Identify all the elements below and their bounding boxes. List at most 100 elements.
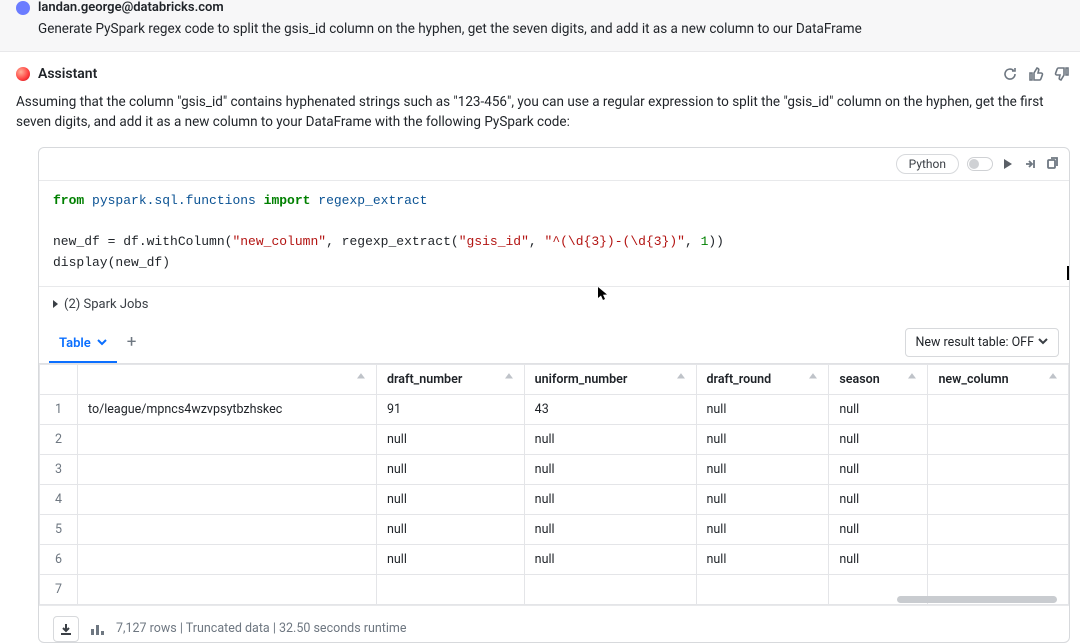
row-number: 7: [40, 574, 78, 604]
text-caret-icon: [1067, 266, 1069, 280]
table-cell: null: [376, 454, 524, 484]
thumbs-down-icon[interactable]: [1054, 66, 1070, 82]
code-token: import: [264, 193, 311, 208]
col-draft-number[interactable]: draft_number: [376, 364, 524, 394]
table-cell: null: [829, 394, 928, 424]
table-cell: null: [376, 514, 524, 544]
sort-icon[interactable]: [676, 372, 686, 387]
table-cell: null: [696, 454, 829, 484]
toggle-icon[interactable]: [967, 157, 993, 171]
table-cell: [696, 574, 829, 604]
result-table[interactable]: draft_number uniform_number draft_round: [39, 364, 1069, 605]
table-row[interactable]: 3nullnullnullnull: [40, 454, 1069, 484]
table-row[interactable]: 4nullnullnullnull: [40, 484, 1069, 514]
run-icon[interactable]: [1001, 157, 1015, 171]
tab-table[interactable]: Table: [49, 322, 117, 363]
code-token: new_df = df.withColumn(: [53, 234, 232, 249]
sort-icon[interactable]: [1048, 372, 1058, 387]
bar-chart-icon[interactable]: [91, 623, 104, 635]
col-draft-round[interactable]: draft_round: [696, 364, 829, 394]
table-cell: 91: [376, 394, 524, 424]
table-cell: [928, 514, 1069, 544]
col-new-column[interactable]: new_column: [928, 364, 1069, 394]
sort-icon[interactable]: [356, 372, 366, 387]
table-cell: [78, 424, 377, 454]
row-number: 5: [40, 514, 78, 544]
user-prompt-text: Generate PySpark regex code to split the…: [16, 21, 1064, 37]
table-cell: null: [696, 424, 829, 454]
table-cell: [78, 484, 377, 514]
column-label: draft_round: [707, 372, 772, 387]
table-cell: null: [829, 424, 928, 454]
table-cell: [78, 574, 377, 604]
result-toggle-label: New result table: OFF: [916, 335, 1034, 350]
row-number: 3: [40, 454, 78, 484]
column-label: season: [839, 372, 879, 387]
user-avatar-icon: [16, 1, 30, 15]
chevron-down-icon: [97, 336, 107, 351]
table-cell: [78, 514, 377, 544]
table-cell: [376, 574, 524, 604]
code-editor[interactable]: from pyspark.sql.functions import regexp…: [39, 181, 1069, 286]
horizontal-scrollbar[interactable]: [897, 596, 1057, 603]
download-button[interactable]: [53, 616, 79, 642]
table-cell: [78, 544, 377, 574]
spark-jobs-toggle[interactable]: (2) Spark Jobs: [39, 286, 1069, 322]
code-token: ,: [685, 234, 701, 249]
table-row[interactable]: 1to/league/mpncs4wzvpsytbzhskec9143nulln…: [40, 394, 1069, 424]
table-cell: null: [524, 454, 696, 484]
add-tab-button[interactable]: +: [117, 322, 147, 362]
table-cell: [928, 484, 1069, 514]
table-cell: null: [524, 424, 696, 454]
table-row[interactable]: 2nullnullnullnull: [40, 424, 1069, 454]
assistant-message: Assistant Assuming that the column "gsis…: [0, 52, 1080, 643]
table-cell: null: [696, 484, 829, 514]
col-season[interactable]: season: [829, 364, 928, 394]
code-token: pyspark.sql.functions: [84, 193, 263, 208]
thumbs-up-icon[interactable]: [1028, 66, 1044, 82]
code-cell: Python from pyspark.sql.functions import…: [38, 147, 1070, 643]
table-cell: [524, 574, 696, 604]
column-label: draft_number: [387, 372, 462, 387]
copy-icon[interactable]: [1045, 157, 1059, 171]
new-result-table-toggle[interactable]: New result table: OFF: [905, 328, 1059, 357]
code-token: regexp_extract: [310, 193, 427, 208]
assistant-response-text: Assuming that the column "gsis_id" conta…: [16, 92, 1070, 133]
table-row[interactable]: 5nullnullnullnull: [40, 514, 1069, 544]
output-tabs: Table + New result table: OFF: [39, 322, 1069, 364]
caret-right-icon: [53, 300, 58, 308]
table-cell: to/league/mpncs4wzvpsytbzhskec: [78, 394, 377, 424]
table-cell: null: [696, 394, 829, 424]
spark-jobs-label: (2) Spark Jobs: [64, 297, 148, 312]
table-cell: [78, 454, 377, 484]
row-number: 4: [40, 484, 78, 514]
table-row[interactable]: 6nullnullnullnull: [40, 544, 1069, 574]
tab-label: Table: [59, 336, 91, 351]
table-cell: null: [524, 514, 696, 544]
code-token: , regexp_extract(: [326, 234, 459, 249]
assistant-name: Assistant: [38, 66, 97, 82]
result-table-wrap: draft_number uniform_number draft_round: [39, 364, 1069, 605]
col-hidden[interactable]: [78, 364, 377, 394]
sort-icon[interactable]: [808, 372, 818, 387]
table-cell: null: [376, 484, 524, 514]
more-icon[interactable]: [1023, 157, 1037, 171]
sort-icon[interactable]: [504, 372, 514, 387]
code-token: "^(\d{3})-(\d{3})": [545, 234, 685, 249]
user-email: landan.george@databricks.com: [38, 0, 224, 15]
table-cell: null: [376, 424, 524, 454]
col-uniform-number[interactable]: uniform_number: [524, 364, 696, 394]
sort-icon[interactable]: [907, 372, 917, 387]
col-rownum[interactable]: [40, 364, 78, 394]
language-pill[interactable]: Python: [896, 154, 959, 174]
table-cell: [928, 424, 1069, 454]
table-header-row: draft_number uniform_number draft_round: [40, 364, 1069, 394]
regenerate-icon[interactable]: [1002, 66, 1018, 82]
table-cell: null: [376, 544, 524, 574]
table-cell: [928, 544, 1069, 574]
table-cell: 43: [524, 394, 696, 424]
row-number: 2: [40, 424, 78, 454]
code-token: display(new_df): [53, 255, 170, 270]
column-label: new_column: [938, 372, 1008, 387]
chevron-down-icon: [1038, 335, 1048, 350]
